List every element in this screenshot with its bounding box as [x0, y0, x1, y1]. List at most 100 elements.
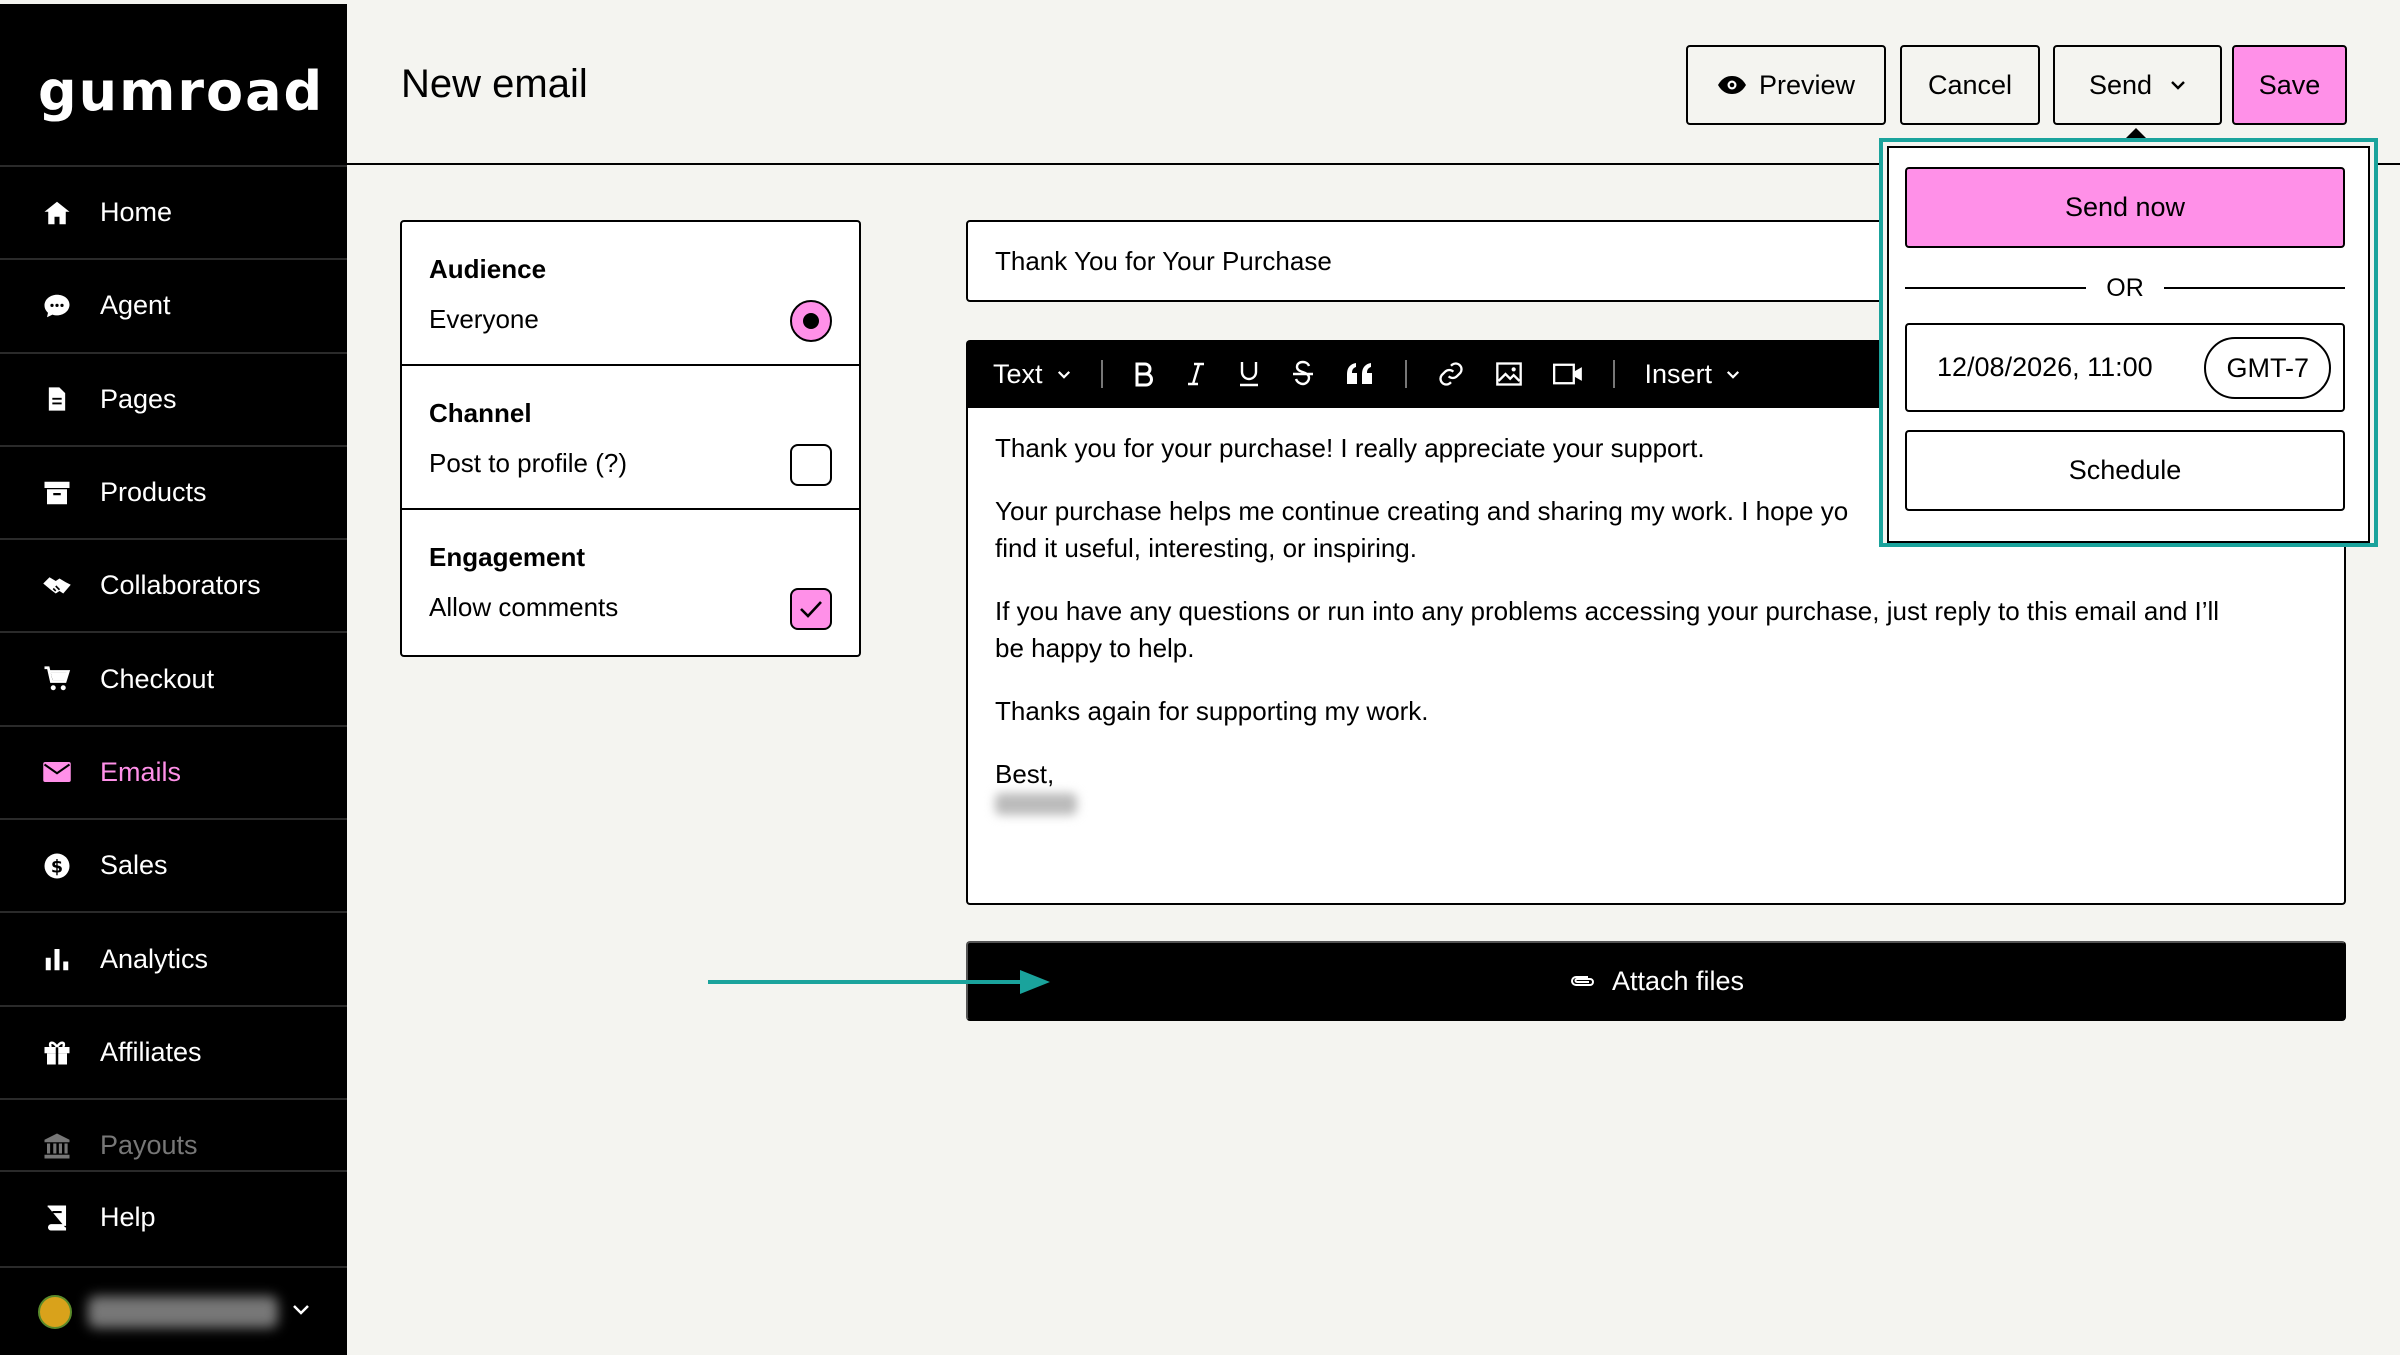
sidebar-item-analytics[interactable]: Analytics	[0, 911, 347, 1004]
sidebar-item-label: Affiliates	[100, 1036, 202, 1067]
sidebar: gumroad Home Agent Pages Products Collab…	[0, 4, 347, 1355]
insert-dropdown[interactable]: Insert	[1645, 359, 1741, 390]
datetime-value: 12/08/2026, 11:00	[1937, 352, 2153, 382]
avatar	[38, 1294, 72, 1329]
chat-bubble-icon	[38, 287, 76, 325]
audience-setting: Audience Everyone	[402, 222, 859, 366]
attach-files-button[interactable]: Attach files	[966, 941, 2346, 1021]
email-settings-card: Audience Everyone Channel Post to profil…	[400, 220, 861, 657]
toolbar-divider	[1100, 360, 1103, 388]
send-now-button[interactable]: Send now	[1905, 167, 2345, 248]
sidebar-item-label: Collaborators	[100, 570, 261, 601]
sidebar-item-label: Analytics	[100, 943, 209, 974]
archive-box-icon	[38, 474, 76, 512]
insert-label: Insert	[1644, 358, 1713, 389]
subject-text: Thank You for Your Purchase	[995, 245, 1332, 276]
page-title: New email	[401, 62, 588, 106]
audience-label: Audience	[429, 254, 547, 284]
text-style-dropdown[interactable]: Text	[993, 359, 1071, 390]
sidebar-item-sales[interactable]: $ Sales	[0, 818, 347, 911]
chevron-down-icon	[1727, 370, 1740, 379]
bank-icon	[38, 1127, 76, 1165]
gift-icon	[38, 1033, 76, 1071]
save-button[interactable]: Save	[2232, 45, 2347, 125]
sidebar-item-label: Sales	[100, 850, 168, 881]
sidebar-item-label: Products	[100, 477, 207, 508]
chevron-down-icon	[1057, 370, 1070, 379]
gumroad-logo[interactable]: gumroad	[38, 60, 324, 123]
checkmark-icon	[800, 601, 822, 618]
signature-redacted	[995, 793, 1077, 815]
book-icon	[38, 1199, 76, 1237]
sidebar-item-checkout[interactable]: Checkout	[0, 631, 347, 724]
sidebar-item-agent[interactable]: Agent	[0, 258, 347, 351]
user-name-redacted	[88, 1295, 278, 1328]
post-to-profile-checkbox[interactable]	[790, 444, 832, 486]
user-menu[interactable]	[0, 1266, 347, 1355]
sidebar-item-label: Payouts	[100, 1130, 198, 1161]
timezone-badge[interactable]: GMT-7	[2204, 337, 2331, 399]
send-dropdown-button[interactable]: Send	[2053, 45, 2222, 125]
sidebar-item-products[interactable]: Products	[0, 444, 347, 538]
body-paragraph: Thanks again for supporting my work.	[995, 696, 1429, 726]
bar-chart-icon	[38, 940, 76, 978]
or-label: OR	[2106, 273, 2144, 302]
envelope-icon	[38, 753, 76, 791]
divider-line	[2163, 287, 2345, 289]
body-paragraph: Best,	[995, 756, 2317, 830]
send-label: Send	[2088, 69, 2153, 100]
audience-radio[interactable]	[790, 300, 832, 342]
image-icon[interactable]	[1495, 360, 1523, 388]
sidebar-nav: Home Agent Pages Products Collaborators …	[0, 165, 347, 1191]
preview-button[interactable]: Preview	[1686, 45, 1886, 125]
cancel-button[interactable]: Cancel	[1900, 45, 2040, 125]
blockquote-icon[interactable]	[1345, 362, 1375, 386]
bold-icon[interactable]	[1133, 361, 1155, 387]
or-divider: OR	[1905, 270, 2345, 306]
video-icon[interactable]	[1552, 361, 1583, 387]
allow-comments-checkbox[interactable]	[790, 588, 832, 630]
sidebar-item-home[interactable]: Home	[0, 165, 347, 258]
document-icon	[38, 380, 76, 418]
engagement-label: Engagement	[429, 542, 586, 572]
eye-icon	[1717, 75, 1747, 95]
preview-label: Preview	[1758, 69, 1856, 100]
text-style-label: Text	[993, 358, 1043, 389]
chevron-down-icon	[2170, 80, 2186, 90]
audience-value: Everyone	[429, 304, 539, 334]
sidebar-help-wrap: Help	[0, 1170, 347, 1263]
sidebar-item-label: Agent	[100, 290, 171, 321]
sidebar-item-label: Pages	[100, 383, 177, 414]
schedule-button[interactable]: Schedule	[1905, 430, 2345, 511]
sidebar-item-label: Help	[100, 1202, 156, 1233]
cart-icon	[38, 660, 76, 698]
sidebar-item-affiliates[interactable]: Affiliates	[0, 1004, 347, 1098]
engagement-setting: Engagement Allow comments	[402, 510, 859, 654]
dollar-circle-icon: $	[38, 847, 76, 885]
italic-icon[interactable]	[1185, 361, 1207, 387]
annotation-arrow-icon	[708, 970, 1050, 994]
sidebar-item-pages[interactable]: Pages	[0, 351, 347, 445]
paperclip-icon	[1568, 970, 1598, 992]
sidebar-item-emails[interactable]: Emails	[0, 724, 347, 818]
strikethrough-icon[interactable]	[1291, 360, 1315, 388]
schedule-datetime-input[interactable]: 12/08/2026, 11:00 GMT-7	[1905, 323, 2345, 412]
engagement-value: Allow comments	[429, 592, 619, 622]
toolbar-divider	[1612, 360, 1615, 388]
sidebar-item-label: Checkout	[100, 663, 215, 694]
channel-setting: Channel Post to profile (?)	[402, 366, 859, 510]
handshake-icon	[38, 567, 76, 605]
sidebar-item-collaborators[interactable]: Collaborators	[0, 538, 347, 631]
app-frame: gumroad Home Agent Pages Products Collab…	[0, 4, 2400, 1355]
link-icon[interactable]	[1437, 360, 1465, 388]
sidebar-item-help[interactable]: Help	[0, 1170, 347, 1263]
channel-label: Channel	[429, 398, 532, 428]
home-icon	[38, 194, 76, 232]
svg-text:$: $	[51, 857, 63, 877]
body-paragraph: If you have any questions or run into an…	[995, 596, 2220, 663]
channel-value: Post to profile (?)	[429, 448, 627, 478]
underline-icon[interactable]	[1237, 360, 1261, 388]
sidebar-item-label: Home	[100, 197, 173, 228]
divider-line	[1905, 287, 2087, 289]
sidebar-item-label: Emails	[100, 756, 182, 787]
